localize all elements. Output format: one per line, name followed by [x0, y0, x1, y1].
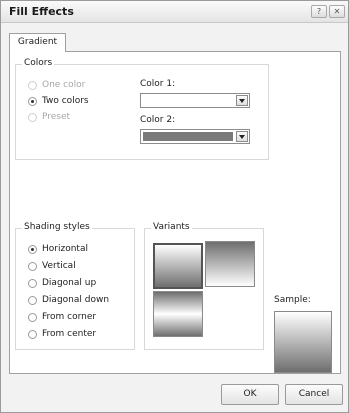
- close-icon: ✕: [333, 7, 341, 16]
- shading-horizontal-option[interactable]: Horizontal: [28, 243, 88, 255]
- radio-icon: [28, 329, 37, 339]
- tab-gradient[interactable]: Gradient: [9, 33, 66, 52]
- variant-1[interactable]: [153, 243, 203, 289]
- variant-3[interactable]: [153, 291, 203, 337]
- variants-legend: Variants: [151, 222, 192, 232]
- radio-icon: [28, 278, 37, 288]
- preset-label: Preset: [42, 112, 71, 122]
- sample-label: Sample:: [274, 295, 311, 305]
- ok-button[interactable]: OK: [221, 384, 279, 405]
- fill-effects-dialog: Fill Effects ? ✕ Gradient Colors One col…: [0, 0, 349, 413]
- color2-label: Color 2:: [140, 115, 176, 125]
- variant-2[interactable]: [205, 241, 255, 287]
- help-button[interactable]: ?: [311, 5, 327, 18]
- two-colors-label: Two colors: [42, 96, 89, 106]
- one-color-label: One color: [42, 80, 86, 90]
- radio-icon: [28, 261, 37, 271]
- one-color-option[interactable]: One color: [28, 79, 85, 91]
- title-bar: Fill Effects ? ✕: [1, 1, 348, 23]
- shading-diagonal-up-label: Diagonal up: [42, 278, 97, 288]
- gradient-panel: Colors One color Two colors Preset Color…: [9, 51, 341, 374]
- radio-checked-icon: [28, 96, 37, 106]
- shading-styles-group: Shading styles Horizontal Vertical Diago…: [15, 222, 135, 350]
- colors-group: Colors One color Two colors Preset Color…: [15, 58, 269, 160]
- shading-diagonal-down-option[interactable]: Diagonal down: [28, 294, 109, 306]
- radio-icon: [28, 312, 37, 322]
- color1-swatch: [143, 96, 233, 105]
- preset-option[interactable]: Preset: [28, 111, 70, 123]
- radio-icon: [28, 112, 37, 122]
- color1-dropdown[interactable]: [140, 93, 250, 108]
- shading-vertical-option[interactable]: Vertical: [28, 260, 76, 272]
- radio-icon: [28, 295, 37, 305]
- shading-horizontal-label: Horizontal: [42, 244, 88, 254]
- shading-styles-legend: Shading styles: [22, 222, 92, 232]
- shading-diagonal-down-label: Diagonal down: [42, 295, 110, 305]
- colors-legend: Colors: [22, 58, 55, 68]
- sample-preview: [274, 311, 332, 373]
- dialog-title: Fill Effects: [9, 5, 74, 18]
- color2-dropdown[interactable]: [140, 129, 250, 144]
- variants-group: Variants: [144, 222, 264, 350]
- shading-from-corner-label: From corner: [42, 312, 97, 322]
- chevron-down-icon[interactable]: [236, 131, 248, 142]
- cancel-button[interactable]: Cancel: [285, 384, 343, 405]
- help-icon: ?: [316, 7, 322, 16]
- shading-diagonal-up-option[interactable]: Diagonal up: [28, 277, 96, 289]
- shading-from-corner-option[interactable]: From corner: [28, 311, 96, 323]
- color1-label: Color 1:: [140, 79, 176, 89]
- radio-checked-icon: [28, 244, 37, 254]
- color2-swatch: [143, 132, 233, 141]
- shading-vertical-label: Vertical: [42, 261, 76, 271]
- close-button[interactable]: ✕: [329, 5, 345, 18]
- shading-from-center-option[interactable]: From center: [28, 328, 96, 340]
- chevron-down-icon[interactable]: [236, 95, 248, 106]
- two-colors-option[interactable]: Two colors: [28, 95, 89, 107]
- radio-icon: [28, 80, 37, 90]
- shading-from-center-label: From center: [42, 329, 97, 339]
